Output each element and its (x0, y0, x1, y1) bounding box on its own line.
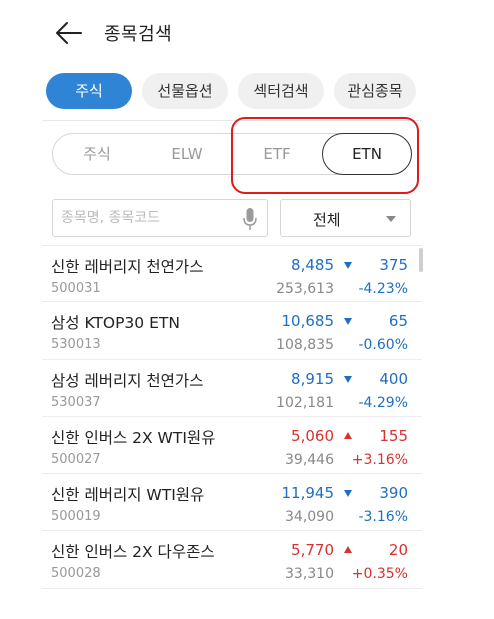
market-filter-select[interactable]: 전체 (280, 199, 411, 237)
page-title: 종목검색 (104, 24, 173, 45)
sub-tabs: 주식 ELW ETF ETN (52, 133, 412, 175)
triangle-up-icon (344, 431, 352, 439)
stock-name: 신한 레버리지 천연가스 (51, 258, 204, 276)
change-rate: +3.16% (351, 451, 408, 468)
stock-code: 530037 (51, 394, 101, 410)
subtab-elw[interactable]: ELW (143, 134, 231, 174)
subtab-etf[interactable]: ETF (233, 134, 321, 174)
table-row[interactable]: 신한 인버스 2X WTI원유 500027 5,060 155 39,446 … (42, 417, 422, 475)
stock-code: 500028 (51, 566, 101, 582)
stock-name: 삼성 레버리지 천연가스 (51, 371, 204, 390)
back-arrow-icon[interactable] (54, 20, 84, 46)
change-rate: -3.16% (358, 509, 408, 526)
stock-price: 11,945 (281, 484, 335, 503)
triangle-down-icon (344, 262, 352, 269)
table-row[interactable]: 신한 레버리지 천연가스 500031 8,485 375 253,613 -4… (42, 245, 422, 303)
tab-stock[interactable]: 주식 (46, 73, 132, 109)
chevron-down-icon (386, 216, 396, 222)
stock-code: 530013 (51, 337, 101, 353)
table-row[interactable]: 삼성 KTOP30 ETN 530013 10,685 65 108,835 -… (42, 302, 422, 360)
market-filter-value: 전체 (313, 211, 341, 229)
divider (42, 120, 422, 121)
change-rate: -4.23% (358, 281, 408, 297)
triangle-down-icon (344, 318, 352, 326)
tab-futures-options[interactable]: 선물옵션 (142, 73, 228, 109)
subtab-stock[interactable]: 주식 (53, 134, 141, 174)
stock-name: 신한 레버리지 WTI원유 (51, 486, 205, 505)
trade-volume: 108,835 (276, 337, 334, 354)
trade-volume: 33,310 (285, 566, 334, 583)
stock-name: 삼성 KTOP30 ETN (51, 314, 180, 333)
stock-code: 500019 (51, 509, 101, 525)
stock-code: 500031 (51, 281, 101, 296)
scrollbar[interactable] (419, 248, 423, 272)
search-box (52, 199, 268, 237)
tab-sector-search[interactable]: 섹터검색 (238, 73, 324, 109)
trade-volume: 34,090 (285, 509, 334, 526)
price-change: 155 (379, 426, 408, 445)
stock-name: 신한 인버스 2X 다우존스 (51, 543, 215, 562)
trade-volume: 102,181 (276, 394, 334, 411)
trade-volume: 39,446 (285, 451, 334, 468)
microphone-icon[interactable] (243, 207, 257, 231)
triangle-down-icon (344, 375, 352, 383)
search-input[interactable] (61, 200, 237, 236)
table-row[interactable]: 신한 인버스 2X 다우존스 500028 5,770 20 33,310 +0… (42, 531, 422, 589)
trade-volume: 253,613 (276, 281, 334, 297)
stock-price: 5,770 (291, 541, 334, 560)
stock-code: 500027 (51, 451, 101, 467)
change-rate: -0.60% (358, 337, 408, 354)
price-change: 390 (379, 484, 408, 503)
table-row[interactable]: 삼성 레버리지 천연가스 530037 8,915 400 102,181 -4… (42, 360, 422, 417)
change-rate: +0.35% (351, 566, 408, 583)
subtab-etn[interactable]: ETN (322, 133, 412, 175)
price-change: 65 (388, 312, 408, 331)
table-row[interactable]: 신한 레버리지 WTI원유 500019 11,945 390 34,090 -… (42, 474, 422, 532)
stock-price: 10,685 (281, 312, 335, 331)
stock-name: 신한 인버스 2X WTI원유 (51, 428, 216, 447)
stock-price: 8,485 (291, 256, 334, 274)
stock-list: 신한 레버리지 천연가스 500031 8,485 375 253,613 -4… (42, 245, 422, 589)
stock-price: 8,915 (291, 369, 334, 388)
tab-watchlist[interactable]: 관심종목 (334, 73, 416, 109)
triangle-down-icon (344, 490, 352, 498)
price-change: 400 (379, 369, 408, 388)
header: 종목검색 (0, 0, 494, 64)
triangle-up-icon (344, 546, 352, 554)
price-change: 20 (388, 541, 408, 560)
stock-price: 5,060 (291, 426, 334, 445)
price-change: 375 (379, 256, 408, 274)
change-rate: -4.29% (358, 394, 408, 411)
